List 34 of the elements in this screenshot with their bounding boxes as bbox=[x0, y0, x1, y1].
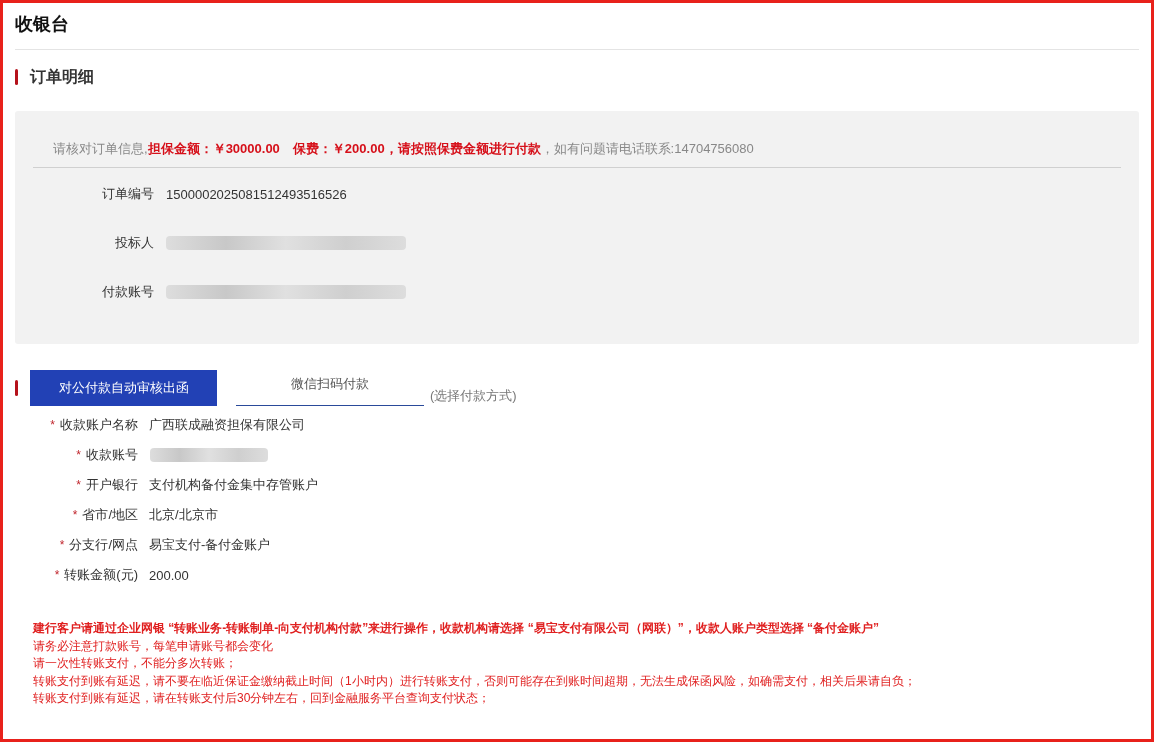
order-notice: 请核对订单信息,担保金额：￥30000.00 保费：￥200.00，请按照保费金额进行付款，如有问题请电话联系:14704756080 bbox=[52, 140, 755, 158]
notice-text: 转账支付到账有延迟，请在转账支付后30分钟左右，回到金融服务平台查询支付状态； bbox=[33, 690, 492, 707]
field-value: 200.00 bbox=[149, 567, 189, 583]
field-label: 订单编号 bbox=[101, 185, 154, 203]
field-label: 省市/地区 bbox=[82, 506, 138, 524]
notice-text: 转账支付到账有延迟，请不要在临近保证金缴纳截止时间（1小时内）进行转账支付，否则可能存在到账时间超期，无法生成保函风险，如确需支付，相关后果请自负； bbox=[33, 672, 917, 690]
tab-hint: (选择付款方式) bbox=[430, 387, 517, 405]
notice-text: 建行客户请通过企业网银 “转账业务-转账制单-向支付机构付款”来进行操作，收款机构请选择 “易宝支付有限公司（网联）”，收款人账户类型选择 “备付金账户” bbox=[33, 620, 880, 637]
field-value: 支付机构备付金集中存管账户 bbox=[149, 476, 318, 494]
required-asterisk: * bbox=[54, 568, 60, 582]
required-asterisk: * bbox=[59, 538, 65, 552]
payment-tab[interactable]: 微信扫码付款 bbox=[236, 373, 424, 406]
field-label: 收款账号 bbox=[86, 446, 138, 464]
field-label: 分支行/网点 bbox=[69, 536, 138, 554]
section-marker bbox=[15, 69, 18, 85]
field-label: 投标人 bbox=[114, 234, 154, 252]
field-value: 易宝支付-备付金账户 bbox=[149, 536, 271, 554]
field-label: 转账金额(元) bbox=[64, 566, 138, 584]
field-value: 1500002025081512493516526 bbox=[166, 186, 347, 202]
field-label: 收款账户名称 bbox=[60, 416, 138, 434]
field-value: 北京/北京市 bbox=[149, 506, 218, 524]
payment-tab[interactable]: 对公付款自动审核出函 bbox=[30, 370, 217, 406]
field-label: 付款账号 bbox=[101, 283, 154, 301]
section-heading: 订单明细 bbox=[30, 66, 94, 87]
field-value: 广西联成融资担保有限公司 bbox=[149, 416, 305, 434]
required-asterisk: * bbox=[76, 478, 81, 492]
required-asterisk: * bbox=[76, 448, 81, 462]
notice-text: 请一次性转账支付，不能分多次转账； bbox=[33, 655, 238, 672]
required-asterisk: * bbox=[50, 418, 55, 432]
page-title: 收银台 bbox=[15, 13, 70, 36]
field-label: 开户银行 bbox=[86, 476, 138, 494]
section-marker bbox=[15, 380, 18, 396]
notice-text: 请务必注意打款账号，每笔申请账号都会变化 bbox=[33, 637, 274, 655]
required-asterisk: * bbox=[72, 508, 78, 522]
